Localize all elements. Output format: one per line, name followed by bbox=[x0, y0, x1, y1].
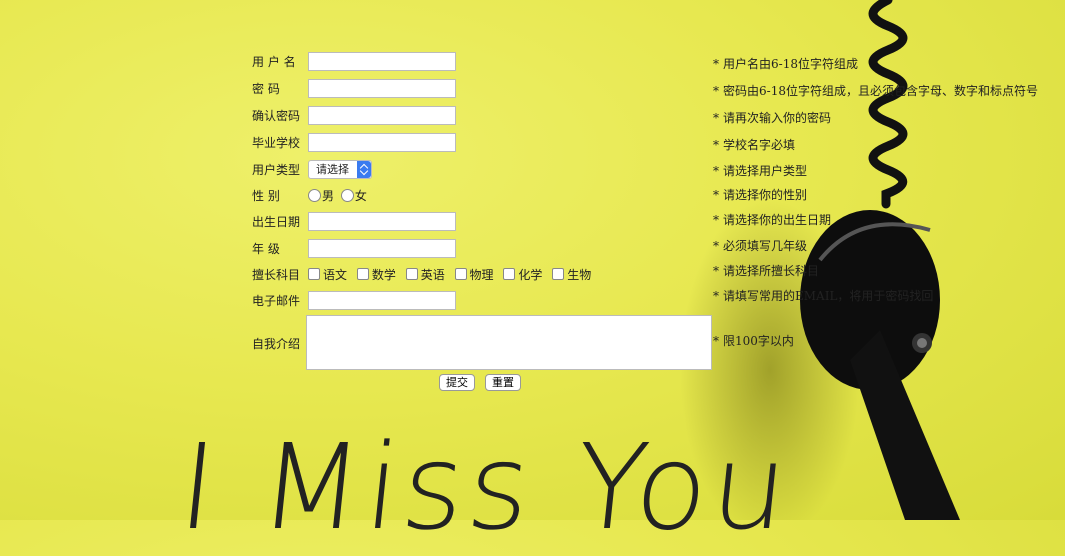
i-miss-you-text: I Miss You bbox=[172, 418, 799, 556]
subject-label: 生物 bbox=[567, 267, 592, 282]
subject-label: 语文 bbox=[323, 267, 348, 282]
username-input[interactable] bbox=[308, 52, 456, 71]
submit-button[interactable]: 提交 bbox=[439, 374, 475, 391]
subject-checkbox[interactable] bbox=[405, 267, 418, 280]
subject-label: 英语 bbox=[420, 267, 445, 282]
phone-cord bbox=[868, 0, 908, 209]
user-type-selected: 请选择 bbox=[316, 163, 349, 176]
subject-checkbox[interactable] bbox=[454, 267, 467, 280]
subjects-hint: * 请选择所擅长科目 bbox=[713, 264, 820, 278]
subject-label: 化学 bbox=[518, 267, 543, 282]
user-type-select[interactable]: 请选择 bbox=[308, 159, 372, 179]
reset-button[interactable]: 重置 bbox=[485, 374, 521, 391]
subject-checkbox[interactable] bbox=[356, 267, 369, 280]
confirm-password-hint: * 请再次输入你的密码 bbox=[713, 111, 832, 125]
gender-label: 性 别 bbox=[252, 188, 280, 203]
username-label: 用 户 名 bbox=[252, 55, 296, 69]
birth-date-label: 出生日期 bbox=[252, 215, 301, 229]
gender-hint: * 请选择你的性别 bbox=[713, 188, 808, 202]
password-label: 密 码 bbox=[252, 82, 280, 96]
school-label: 毕业学校 bbox=[252, 136, 301, 150]
bio-textarea[interactable] bbox=[306, 315, 712, 370]
school-hint: * 学校名字必填 bbox=[713, 138, 796, 152]
chevron-updown-icon bbox=[357, 160, 371, 178]
birth-date-hint: * 请选择你的出生日期 bbox=[713, 213, 832, 227]
bio-hint: * 限100字以内 bbox=[713, 334, 794, 348]
email-label: 电子邮件 bbox=[252, 293, 301, 308]
grade-input[interactable] bbox=[308, 238, 456, 258]
subjects-label: 擅长科目 bbox=[252, 267, 301, 282]
gender-male-label: 男 bbox=[322, 188, 335, 203]
confirm-password-label: 确认密码 bbox=[252, 109, 301, 123]
confirm-password-input[interactable] bbox=[308, 106, 456, 125]
username-hint: * 用户名由6-18位字符组成 bbox=[713, 57, 858, 71]
email-input[interactable] bbox=[308, 290, 456, 310]
subject-checkbox[interactable] bbox=[308, 267, 320, 280]
subject-checkbox[interactable] bbox=[503, 267, 516, 280]
password-input[interactable] bbox=[308, 79, 456, 98]
gender-male-radio[interactable] bbox=[308, 188, 321, 202]
user-type-hint: * 请选择用户类型 bbox=[713, 164, 808, 178]
gender-female-radio[interactable] bbox=[340, 188, 354, 202]
grade-label: 年 级 bbox=[252, 241, 280, 256]
gender-female-label: 女 bbox=[354, 188, 367, 203]
school-input[interactable] bbox=[308, 133, 456, 152]
subject-label: 数学 bbox=[371, 267, 396, 282]
bio-label: 自我介绍 bbox=[252, 336, 301, 351]
grade-hint: * 必须填写几年级 bbox=[713, 239, 808, 253]
subject-label: 物理 bbox=[469, 267, 494, 282]
subject-checkbox[interactable] bbox=[552, 267, 565, 280]
registration-form: 用 户 名 密 码 确认密码 毕业学校 用户类型 请选择 性 别 男 女 出生日… bbox=[248, 48, 712, 373]
password-hint: * 密码由6-18位字符组成，且必须包含字母、数字和标点符号 bbox=[713, 84, 1038, 98]
email-hint: * 请填写常用的EMAIL，将用于密码找回 bbox=[713, 289, 934, 303]
birth-date-input[interactable] bbox=[308, 212, 456, 231]
user-type-label: 用户类型 bbox=[252, 162, 301, 177]
